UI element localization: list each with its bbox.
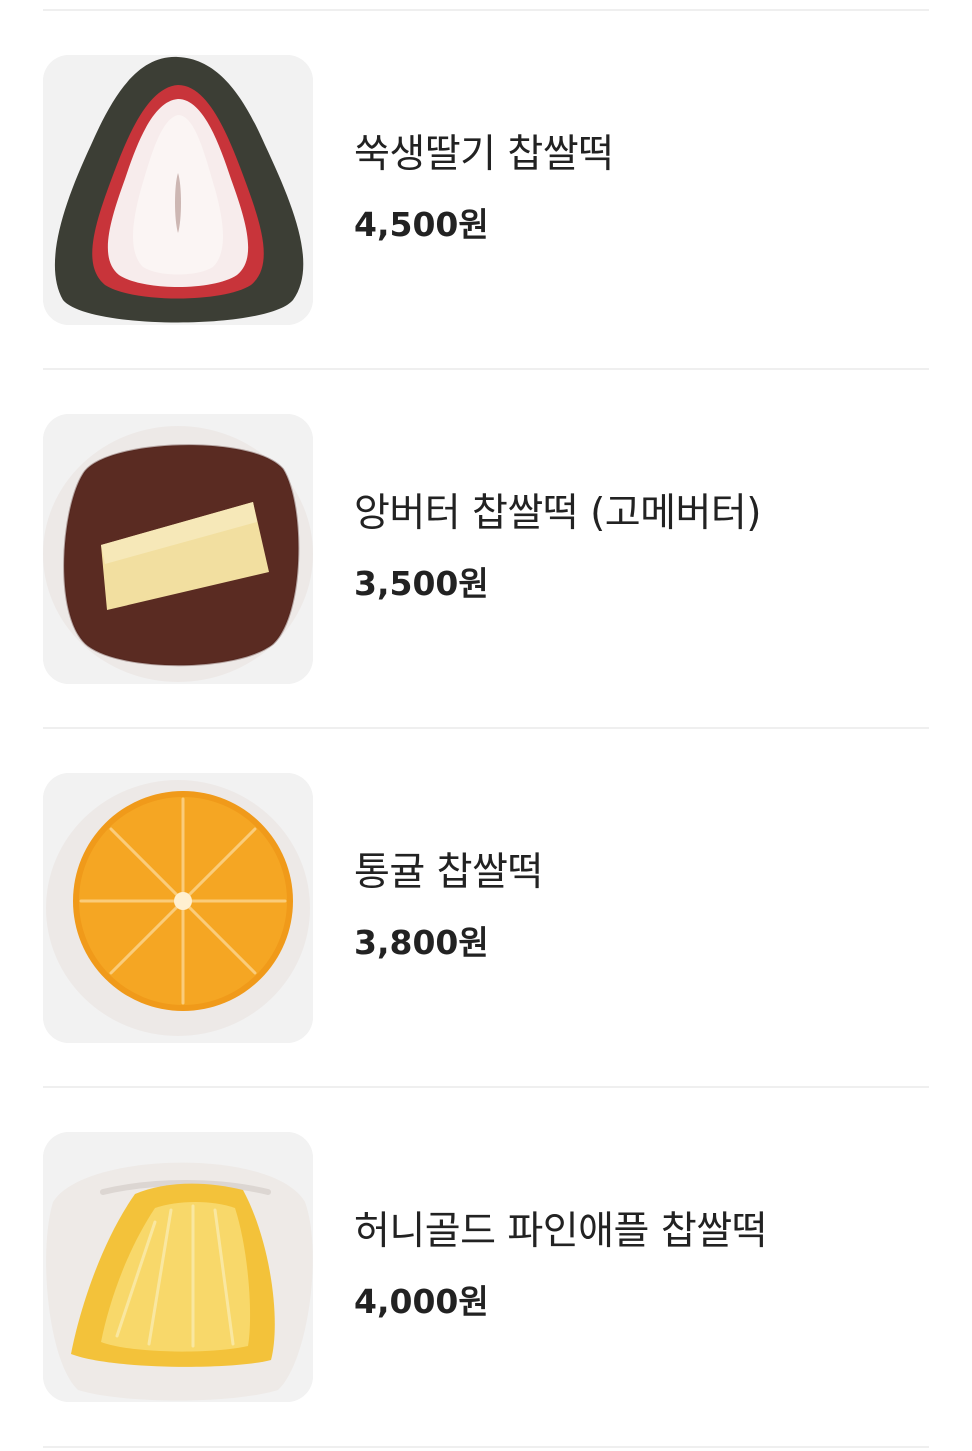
menu-item-red-bean-butter[interactable]: 앙버터 찹쌀떡 (고메버터) 3,500원 bbox=[0, 369, 972, 728]
mugwort-strawberry-mochi-image bbox=[43, 55, 313, 325]
bottom-divider bbox=[43, 1446, 929, 1448]
item-name: 쑥생딸기 찹쌀떡 bbox=[354, 132, 614, 177]
item-price: 3,500원 bbox=[354, 564, 489, 603]
honey-gold-pineapple-mochi-illustration bbox=[43, 1132, 313, 1402]
red-bean-butter-mochi-illustration bbox=[43, 414, 313, 684]
item-name: 앙버터 찹쌀떡 (고메버터) bbox=[354, 491, 762, 536]
item-price: 4,500원 bbox=[354, 205, 489, 244]
menu-item-honey-gold-pineapple[interactable]: 허니골드 파인애플 찹쌀떡 4,000원 bbox=[0, 1087, 972, 1446]
mugwort-strawberry-mochi-illustration bbox=[43, 55, 313, 325]
whole-tangerine-mochi-image bbox=[43, 773, 313, 1043]
item-name: 허니골드 파인애플 찹쌀떡 bbox=[354, 1209, 767, 1254]
red-bean-butter-mochi-image bbox=[43, 414, 313, 684]
item-price: 4,000원 bbox=[354, 1282, 489, 1321]
item-price: 3,800원 bbox=[354, 923, 489, 962]
menu-item-whole-tangerine[interactable]: 통귤 찹쌀떡 3,800원 bbox=[0, 728, 972, 1087]
item-name: 통귤 찹쌀떡 bbox=[354, 850, 543, 895]
menu-item-mugwort-strawberry[interactable]: 쑥생딸기 찹쌀떡 4,500원 bbox=[0, 10, 972, 369]
honey-gold-pineapple-mochi-image bbox=[43, 1132, 313, 1402]
whole-tangerine-mochi-illustration bbox=[43, 773, 313, 1043]
